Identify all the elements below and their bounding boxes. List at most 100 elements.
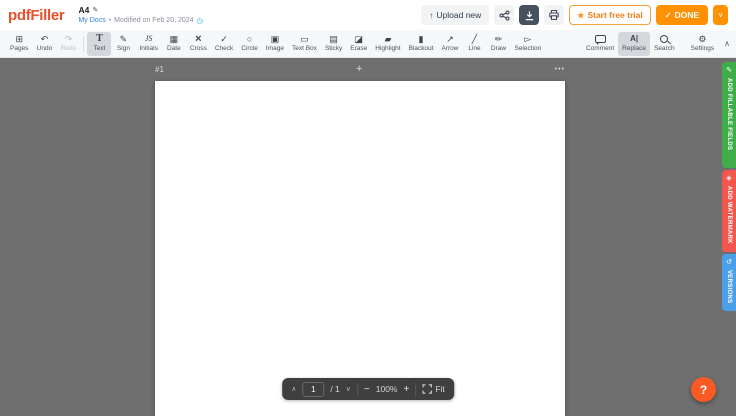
undo-icon: ↶ — [41, 34, 49, 44]
done-label: DONE — [674, 10, 699, 20]
zoom-out-button[interactable]: − — [364, 384, 370, 395]
fillable-fields-icon: ✎ — [726, 66, 732, 75]
trial-icon: ★ — [577, 11, 584, 20]
pdffiller-logo[interactable]: pdfFiller — [8, 7, 64, 24]
search-icon — [660, 34, 668, 44]
document-canvas: #1 + ••• ✎ ADD FILLABLE FIELDS ◈ ADD WAT… — [0, 58, 736, 416]
text-icon: T — [96, 34, 103, 44]
tool-image[interactable]: ▣ Image — [262, 32, 288, 56]
help-button[interactable]: ? — [691, 377, 716, 402]
zoom-in-button[interactable]: + — [404, 384, 410, 395]
versions-icon: ↺ — [726, 258, 732, 267]
tool-text[interactable]: T Text — [87, 32, 111, 56]
toolbar-right-group: Comment A| Replace Search ⚙ Settings ∧ — [582, 32, 730, 56]
pdffiller-app: pdfFiller A4 ✎ My Docs • Modified on Feb… — [0, 0, 736, 416]
done-dropdown-button[interactable]: ∨ — [713, 5, 728, 25]
tool-undo[interactable]: ↶ Undo — [32, 32, 56, 56]
date-icon: ▦ — [170, 34, 179, 44]
check-tool-icon: ✓ — [220, 34, 228, 44]
tool-circle[interactable]: ○ Circle — [237, 32, 262, 56]
text-box-icon: ▭ — [300, 34, 309, 44]
sticky-icon: ▤ — [329, 34, 338, 44]
upload-icon: ↑ — [429, 11, 433, 20]
add-page-icon[interactable]: + — [356, 63, 362, 75]
breadcrumb-my-docs[interactable]: My Docs — [78, 17, 105, 24]
page-number-input[interactable] — [302, 382, 324, 397]
circle-icon: ○ — [247, 34, 252, 44]
tool-blackout[interactable]: ▮ Blackout — [405, 32, 438, 56]
tool-date[interactable]: ▦ Date — [162, 32, 186, 56]
document-page[interactable] — [155, 81, 565, 416]
tool-draw[interactable]: ✏ Draw — [486, 32, 510, 56]
upload-label: Upload new — [436, 10, 481, 20]
edit-title-icon[interactable]: ✎ — [92, 6, 98, 14]
modified-date: Modified on Feb 20, 2024 — [114, 17, 193, 24]
line-icon: ╱ — [472, 34, 477, 44]
tool-replace[interactable]: A| Replace — [618, 32, 650, 56]
fit-icon — [422, 384, 432, 394]
initials-icon: JS — [145, 34, 153, 44]
done-button[interactable]: ✓ DONE — [656, 5, 708, 25]
print-icon — [548, 9, 560, 21]
replace-icon: A| — [630, 34, 638, 44]
toolbar-collapse-button[interactable]: ∧ — [724, 39, 730, 48]
history-icon[interactable]: ◷ — [197, 16, 204, 25]
toolbar-separator — [83, 36, 84, 52]
download-icon — [524, 10, 535, 21]
bullet-separator: • — [109, 17, 111, 24]
cross-icon: × — [195, 34, 201, 44]
redo-icon: ↷ — [65, 34, 73, 44]
arrow-icon: ↗ — [446, 34, 454, 44]
zoom-page-bar: ∧ / 1 ∨ − 100% + Fit — [282, 378, 454, 400]
trial-label: Start free trial — [587, 10, 642, 20]
check-icon: ✓ — [665, 11, 672, 20]
prev-page-button[interactable]: ∧ — [291, 385, 296, 393]
blackout-icon: ▮ — [419, 34, 424, 44]
tool-line[interactable]: ╱ Line — [462, 32, 486, 56]
start-free-trial-button[interactable]: ★ Start free trial — [569, 5, 650, 25]
tool-sign[interactable]: ✎ Sign — [111, 32, 135, 56]
upload-new-button[interactable]: ↑ Upload new — [421, 5, 489, 25]
page-more-icon[interactable]: ••• — [555, 66, 565, 73]
share-button[interactable] — [494, 5, 514, 25]
tool-cross[interactable]: × Cross — [186, 32, 211, 56]
document-info: A4 ✎ My Docs • Modified on Feb 20, 2024 … — [78, 5, 203, 25]
tool-settings[interactable]: ⚙ Settings — [687, 32, 719, 56]
page-meta-row: #1 + ••• — [155, 63, 565, 75]
next-page-button[interactable]: ∨ — [346, 385, 351, 393]
tool-erase[interactable]: ◪ Erase — [346, 32, 371, 56]
add-fillable-fields-tab[interactable]: ✎ ADD FILLABLE FIELDS — [722, 62, 736, 168]
zoombar-separator — [357, 383, 358, 396]
add-watermark-tab[interactable]: ◈ ADD WATERMARK — [722, 170, 736, 252]
tool-pages[interactable]: ⊞ Pages — [6, 32, 32, 56]
tool-redo: ↷ Redo — [56, 32, 80, 56]
page-number-label: #1 — [155, 65, 164, 74]
share-icon — [499, 10, 510, 21]
tool-arrow[interactable]: ↗ Arrow — [438, 32, 463, 56]
tool-text-box[interactable]: ▭ Text Box — [288, 32, 321, 56]
download-button[interactable] — [519, 5, 539, 25]
tool-selection[interactable]: ▻ Selection — [510, 32, 545, 56]
zoom-level-label: 100% — [376, 384, 398, 394]
erase-icon: ◪ — [355, 34, 364, 44]
tool-sticky[interactable]: ▤ Sticky — [321, 32, 346, 56]
versions-tab[interactable]: ↺ VERSIONS — [722, 254, 736, 311]
highlight-icon: ▰ — [384, 34, 391, 44]
header-actions: ↑ Upload new ★ Start free trial ✓ DONE ∨ — [421, 5, 728, 25]
selection-icon: ▻ — [524, 34, 531, 44]
tool-comment[interactable]: Comment — [582, 32, 618, 56]
document-title: A4 — [78, 5, 89, 15]
image-icon: ▣ — [271, 34, 280, 44]
sign-icon: ✎ — [120, 34, 128, 44]
print-button[interactable] — [544, 5, 564, 25]
tool-search[interactable]: Search — [650, 32, 679, 56]
zoombar-separator — [415, 383, 416, 396]
document-title-row: A4 ✎ — [78, 5, 203, 15]
page-total-label: / 1 — [330, 384, 339, 394]
watermark-icon: ◈ — [726, 174, 731, 183]
tool-highlight[interactable]: ▰ Highlight — [371, 32, 404, 56]
fit-button[interactable]: Fit — [422, 384, 444, 394]
tool-initials[interactable]: JS Initials — [135, 32, 161, 56]
tool-check[interactable]: ✓ Check — [211, 32, 237, 56]
draw-icon: ✏ — [495, 34, 503, 44]
